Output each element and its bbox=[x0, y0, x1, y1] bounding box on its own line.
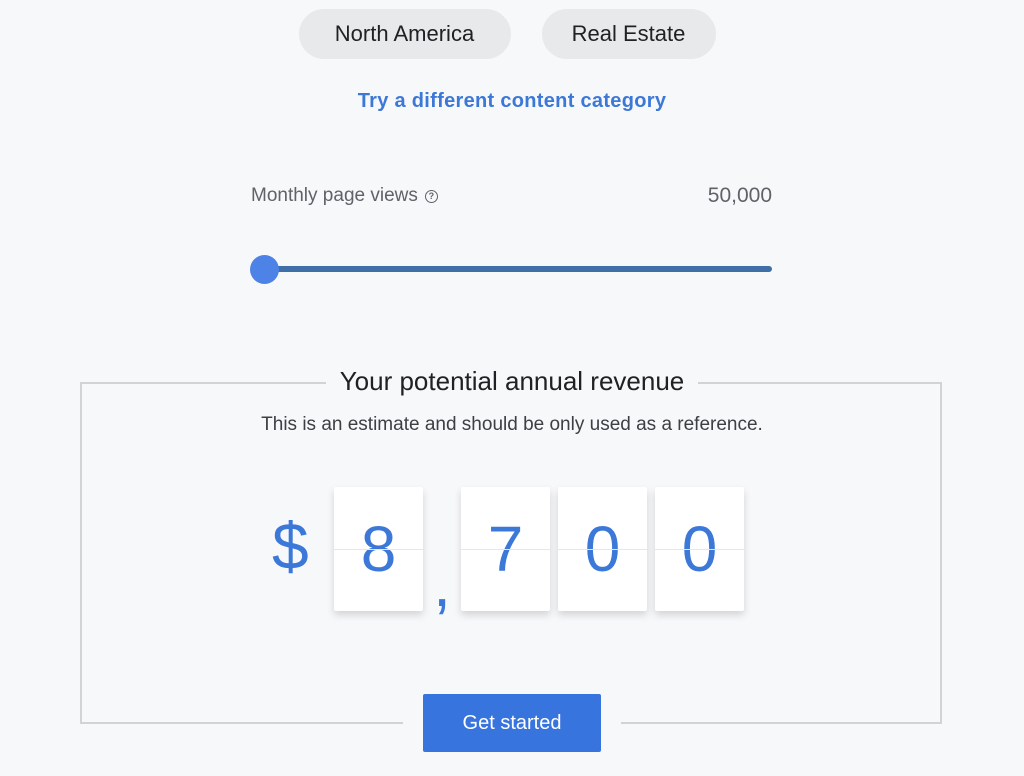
thousands-separator: , bbox=[433, 548, 451, 620]
digit-card: 0 bbox=[655, 487, 744, 611]
currency-symbol: $ bbox=[272, 509, 309, 583]
revenue-counter: $ 8 , 7 0 0 bbox=[0, 487, 1024, 620]
page-views-slider-thumb[interactable] bbox=[250, 255, 279, 284]
revenue-subtitle: This is an estimate and should be only u… bbox=[261, 414, 763, 435]
slider-label: Monthly page views ? bbox=[251, 185, 438, 207]
slider-label-text: Monthly page views bbox=[251, 185, 418, 206]
page-views-slider-track[interactable] bbox=[265, 266, 772, 272]
help-circle-icon[interactable]: ? bbox=[424, 189, 438, 203]
filter-chips: North America Real Estate bbox=[0, 9, 1024, 59]
revenue-title-wrap: Your potential annual revenue bbox=[0, 366, 1024, 397]
slider-value: 50,000 bbox=[707, 184, 772, 207]
category-chip[interactable]: Real Estate bbox=[541, 9, 716, 59]
digit-card: 7 bbox=[461, 487, 550, 611]
digit-card: 8 bbox=[334, 487, 423, 611]
change-category-link[interactable]: Try a different content category bbox=[0, 90, 1024, 113]
get-started-button[interactable]: Get started bbox=[423, 694, 601, 752]
digit-card: 0 bbox=[558, 487, 647, 611]
region-chip[interactable]: North America bbox=[298, 9, 511, 59]
cta-wrap: Get started bbox=[403, 694, 621, 754]
revenue-title: Your potential annual revenue bbox=[325, 366, 699, 397]
